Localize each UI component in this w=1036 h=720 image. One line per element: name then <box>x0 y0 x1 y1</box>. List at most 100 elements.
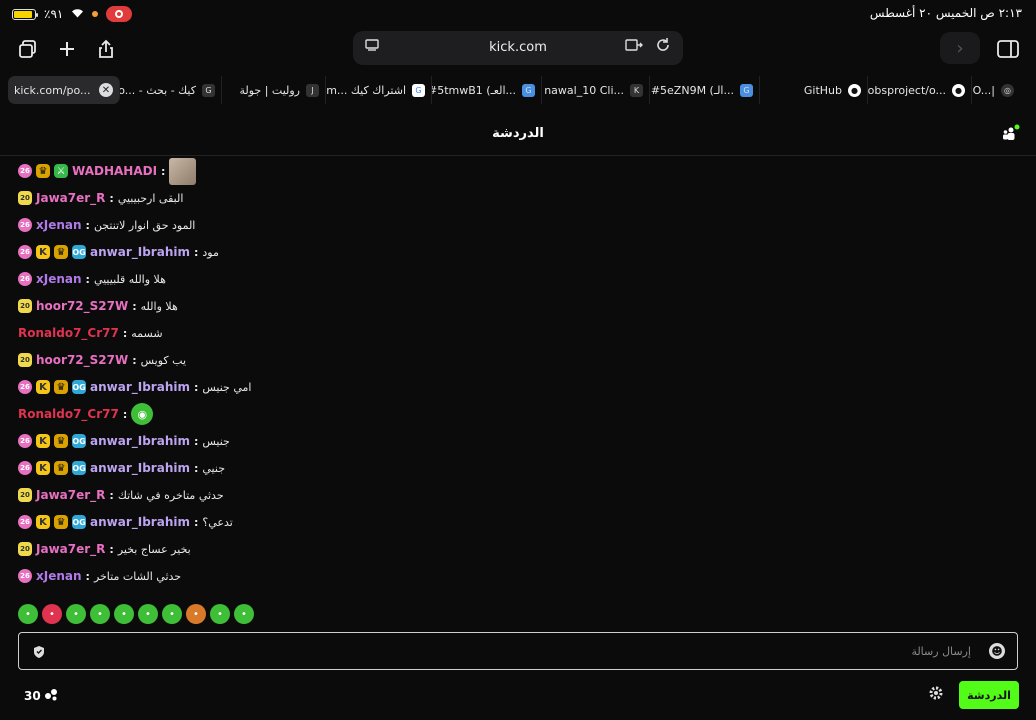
reload-icon[interactable] <box>655 37 671 57</box>
chat-username[interactable]: anwar_Ibrahim <box>90 434 190 448</box>
k-badge-icon: K <box>36 461 50 475</box>
quick-emote-icon[interactable]: • <box>234 604 254 624</box>
tab-kick-active[interactable]: kick.com/po... ✕ <box>8 76 120 104</box>
quick-emote-icon[interactable]: • <box>18 604 38 624</box>
chat-message: 20 Jawa7er_R: حدثي متاخره في شاتك <box>18 484 224 506</box>
chat-message: 20 hoor72_S27W: يب كويس <box>18 349 186 371</box>
chat-username[interactable]: xJenan <box>36 272 82 286</box>
send-chat-button[interactable]: الدردشة <box>959 681 1019 709</box>
battery-icon <box>12 8 38 20</box>
green-face-emote-icon: ◉ <box>131 403 154 425</box>
k-badge-icon: K <box>36 380 50 394</box>
tab-label: obsproject/o... <box>868 83 946 97</box>
tab-kick-subscription[interactable]: tm... اشتراك كيك G <box>326 76 432 104</box>
tabs-overview-icon[interactable] <box>14 36 42 62</box>
viewer-count-value: 30 <box>24 688 41 703</box>
tab-github[interactable]: GitHub ● <box>760 76 868 104</box>
chat-message-text: يب كويس <box>140 353 187 367</box>
mic-indicator-icon <box>92 11 99 17</box>
chat-username[interactable]: anwar_Ibrahim <box>90 245 190 259</box>
og-badge-icon: OG <box>72 245 86 259</box>
quick-emote-icon[interactable]: • <box>114 604 134 624</box>
chat-message: 26 K ♛ OG anwar_Ibrahim: تدعي؟ <box>18 511 233 533</box>
datetime: ٢:١٣ ص الخميس ٢٠ أغسطس <box>869 6 1022 20</box>
og-badge-icon: OG <box>72 434 86 448</box>
chat-message: Ronaldo7_Cr77: شسمه <box>18 322 163 344</box>
forward-button[interactable]: › <box>940 32 980 64</box>
crown-icon: ♛ <box>54 380 68 394</box>
gear-icon[interactable] <box>928 685 944 705</box>
tab-label: GitHub <box>803 83 842 97</box>
shield-icon[interactable] <box>33 644 45 658</box>
tab-roulette[interactable]: روليت | جولة J <box>222 76 326 104</box>
battery-percent: ٪٩١ <box>44 7 64 21</box>
screen-record-icon <box>106 6 133 22</box>
quick-emote-icon[interactable]: • <box>186 604 206 624</box>
chat-username[interactable]: xJenan <box>36 218 82 232</box>
chat-username[interactable]: anwar_Ibrahim <box>90 461 190 475</box>
tab-5tmwb1[interactable]: #5tmwB1 (العـ... G <box>432 76 542 104</box>
chat-username[interactable]: Jawa7er_R <box>36 542 105 556</box>
chat-username[interactable]: anwar_Ibrahim <box>90 380 190 394</box>
chat-message-text: حدثي الشات متاخر <box>93 569 182 583</box>
chat-username[interactable]: Jawa7er_R <box>36 488 105 502</box>
chat-separator: : <box>193 515 199 529</box>
chat-username[interactable]: Jawa7er_R <box>36 191 105 205</box>
tab-nawal-clips[interactable]: nawal_10 Cli... K <box>542 76 650 104</box>
tab-o[interactable]: O...| ◎ <box>972 76 1020 104</box>
chat-separator: : <box>161 164 166 178</box>
tab-google-kick-search[interactable]: Go... - كيك - بحث G <box>120 76 222 104</box>
sub-badge-icon: 20 <box>18 353 32 367</box>
chat-username[interactable]: WADHAHADI <box>72 164 157 178</box>
emoji-picker-icon[interactable]: ☻ <box>989 643 1005 659</box>
quick-emote-icon[interactable]: • <box>90 604 110 624</box>
tab-obsproject[interactable]: obsproject/o... ● <box>868 76 972 104</box>
chat-username[interactable]: Ronaldo7_Cr77 <box>18 407 119 421</box>
address-bar[interactable]: kick.com <box>353 31 683 65</box>
share-icon[interactable] <box>92 36 120 62</box>
chat-username[interactable]: anwar_Ibrahim <box>90 515 190 529</box>
quick-emote-icon[interactable]: • <box>162 604 182 624</box>
kick-icon: K <box>630 83 643 97</box>
quick-emote-icon[interactable]: • <box>138 604 158 624</box>
pink-badge-icon: 26 <box>18 218 32 232</box>
crown-icon: ♛ <box>54 461 68 475</box>
chat-separator: : <box>193 245 199 259</box>
chat-username[interactable]: xJenan <box>36 569 82 583</box>
j-icon: J <box>306 83 319 97</box>
chat-message-text: شسمه <box>131 326 163 340</box>
chat-username[interactable]: hoor72_S27W <box>36 299 128 313</box>
pink-badge-icon: 26 <box>18 461 32 475</box>
chat-separator: : <box>85 272 90 286</box>
chat-input[interactable]: إرسال رسالة ☻ <box>18 632 1018 670</box>
chat-message-text: هلا والله قلبيييي <box>93 272 166 286</box>
crown-icon: ♛ <box>54 515 68 529</box>
chat-message-text: جنيي <box>202 461 225 475</box>
tab-label: tm... اشتراك كيك <box>326 83 406 97</box>
pink-badge-icon: 26 <box>18 515 32 529</box>
crown-icon: ♛ <box>54 245 68 259</box>
close-icon[interactable]: ✕ <box>99 83 113 97</box>
sidebar-toggle-icon[interactable] <box>994 36 1022 62</box>
image-emote <box>169 157 197 185</box>
quick-emote-icon[interactable]: • <box>66 604 86 624</box>
users-icon[interactable] <box>1002 124 1020 142</box>
chat-message: 26 xJenan: حدثي الشات متاخر <box>18 565 181 587</box>
tab-label: kick.com/po... <box>14 83 91 97</box>
chat-message-text: هلا والله <box>140 299 178 313</box>
chat-username[interactable]: Ronaldo7_Cr77 <box>18 326 119 340</box>
k-badge-icon: K <box>36 434 50 448</box>
quick-emote-icon[interactable]: • <box>210 604 230 624</box>
og-badge-icon: OG <box>72 461 86 475</box>
chat-message: 26 K ♛ OG anwar_Ibrahim: امي جنيس <box>18 376 251 398</box>
browser-toolbar: kick.com › <box>0 28 1036 70</box>
new-tab-icon[interactable] <box>53 36 81 62</box>
pink-badge-icon: 26 <box>18 569 32 583</box>
quick-emote-icon[interactable]: • <box>42 604 62 624</box>
chat-username[interactable]: hoor72_S27W <box>36 353 128 367</box>
github-icon: ● <box>848 83 861 97</box>
chat-message: 20 Jawa7er_R: البقى ارحبيبيي <box>18 187 183 209</box>
tab-5ezn9m[interactable]: #5eZN9M (الـ... G <box>650 76 760 104</box>
chat-message: Ronaldo7_Cr77: ◉ <box>18 403 154 425</box>
extension-icon[interactable] <box>625 38 643 56</box>
